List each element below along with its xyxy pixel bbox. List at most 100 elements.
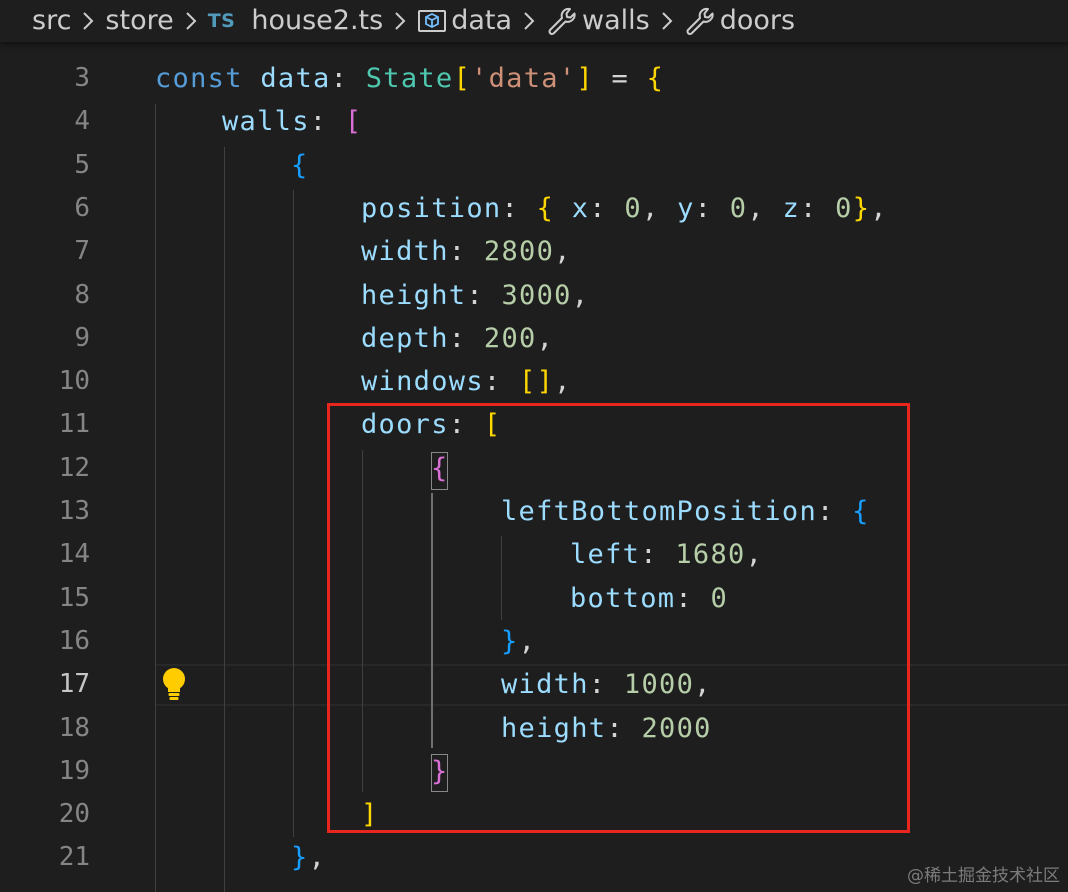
breadcrumb-item-src[interactable]: src [32,0,71,42]
line-number: 16 [58,625,90,656]
code-line[interactable]: 5{ [0,144,1068,187]
breadcrumb-label: walls [582,5,650,36]
code-token: } [291,842,309,874]
code-token: : [817,496,853,527]
code-line[interactable]: 6 position: { x: 0, y: 0, z: 0}, [0,187,1068,230]
code-text: }, [501,620,536,663]
code-line[interactable]: 3 const data: State['data'] = { [0,57,1068,100]
code-token: : [800,192,836,224]
wrench-icon [684,5,716,37]
code-line[interactable]: 11 doors: [ [0,403,1068,446]
code-text: bottom: 0 [570,577,728,620]
code-text: depth: 200, [361,317,554,360]
breadcrumb-item-store[interactable]: store [105,0,173,42]
code-line[interactable]: 12 { [0,447,1068,490]
line-number: 12 [58,452,90,483]
code-token: } [431,755,449,787]
code-token: , [745,539,764,571]
code-token: y [677,192,695,224]
code-text: position: { x: 0, y: 0, z: 0}, [361,187,888,230]
chevron-right-icon [184,10,198,32]
lightbulb-icon[interactable] [160,666,188,704]
code-token: : [501,192,537,224]
code-line[interactable]: 8 height: 3000, [0,274,1068,317]
chevron-right-icon [660,10,674,32]
code-line[interactable]: 19} [0,750,1068,793]
breadcrumb-item-doors[interactable]: doors [684,0,795,42]
code-text: const data: State['data'] = { [155,57,664,100]
code-token: doors [361,409,449,441]
watermark: @稀土掘金技术社区 [907,866,1060,886]
code-token: const [155,63,261,94]
code-line[interactable]: 14 left: 1680, [0,533,1068,576]
breadcrumb-item-data[interactable]: data [417,0,512,42]
code-token: } [852,192,871,224]
code-token: x [554,192,590,224]
code-line[interactable]: 18 height: 2000 [0,707,1068,750]
code-text: { [291,144,309,187]
code-token: : [448,322,484,354]
code-line[interactable]: 4 walls: [ [0,100,1068,143]
code-token: position [361,192,502,224]
code-token: [ [453,63,472,94]
code-token: , [694,669,712,701]
code-token: width [361,236,449,268]
line-number: 6 [74,192,90,223]
code-token: 2800 [483,236,555,268]
code-line[interactable]: 16}, [0,620,1068,663]
code-text: } [431,750,449,793]
code-token: { [852,496,870,527]
breadcrumb-label: doors [719,5,796,36]
line-number: 3 [74,63,90,93]
code-token: , [536,322,555,354]
breadcrumb-label: data [451,5,513,36]
code-token: 1000 [623,669,695,701]
code-token: 3000 [501,279,572,311]
code-token: height [501,712,607,744]
line-number: 13 [58,496,90,526]
code-text: doors: [ [361,403,501,446]
code-text: { [431,447,449,490]
code-text: leftBottomPosition: { [501,490,870,533]
code-editor[interactable]: 3 const data: State['data'] = {4 walls: [5… [0,42,1068,892]
code-line[interactable]: 10 windows: [], [0,360,1068,403]
code-line[interactable]: 20] [0,793,1068,836]
code-token: : [330,63,366,94]
code-token: : [483,366,520,398]
code-token: = [593,63,647,94]
code-token: : [675,582,711,614]
code-text: width: 1000, [501,663,712,706]
breadcrumb-item-walls[interactable]: walls [546,0,650,42]
line-number: 11 [58,409,90,440]
code-text: windows: [], [361,360,572,403]
code-token: : [640,539,676,571]
code-token: 'data' [471,63,577,94]
code-token: { [646,63,665,94]
code-token: 0 [710,582,729,614]
code-token: data [260,63,331,94]
code-token: left [570,539,641,571]
code-line[interactable]: 9 depth: 200, [0,317,1068,360]
code-text: height: 3000, [361,274,589,317]
line-number: 10 [58,366,90,397]
code-token: : [588,669,624,701]
line-number: 20 [58,799,90,830]
code-token: : [466,279,502,311]
code-token: } [501,625,519,657]
variable-icon [417,6,447,36]
line-number: 7 [74,236,90,267]
code-line[interactable]: 15 bottom: 0 [0,577,1068,620]
line-number: 18 [58,712,90,743]
code-line[interactable]: 7 width: 2800, [0,230,1068,273]
breadcrumb-item-house2-ts[interactable]: TS house2.ts [208,0,384,42]
code-text: left: 1680, [570,533,763,576]
code-token: : [606,712,642,744]
code-token: { [536,192,555,224]
code-token: : [589,192,625,224]
code-line[interactable]: 13 leftBottomPosition: { [0,490,1068,533]
code-token: , [870,192,888,224]
code-text: width: 2800, [361,230,572,273]
line-number: 8 [74,279,90,310]
code-token: : [448,409,484,441]
code-token: z [782,192,801,224]
